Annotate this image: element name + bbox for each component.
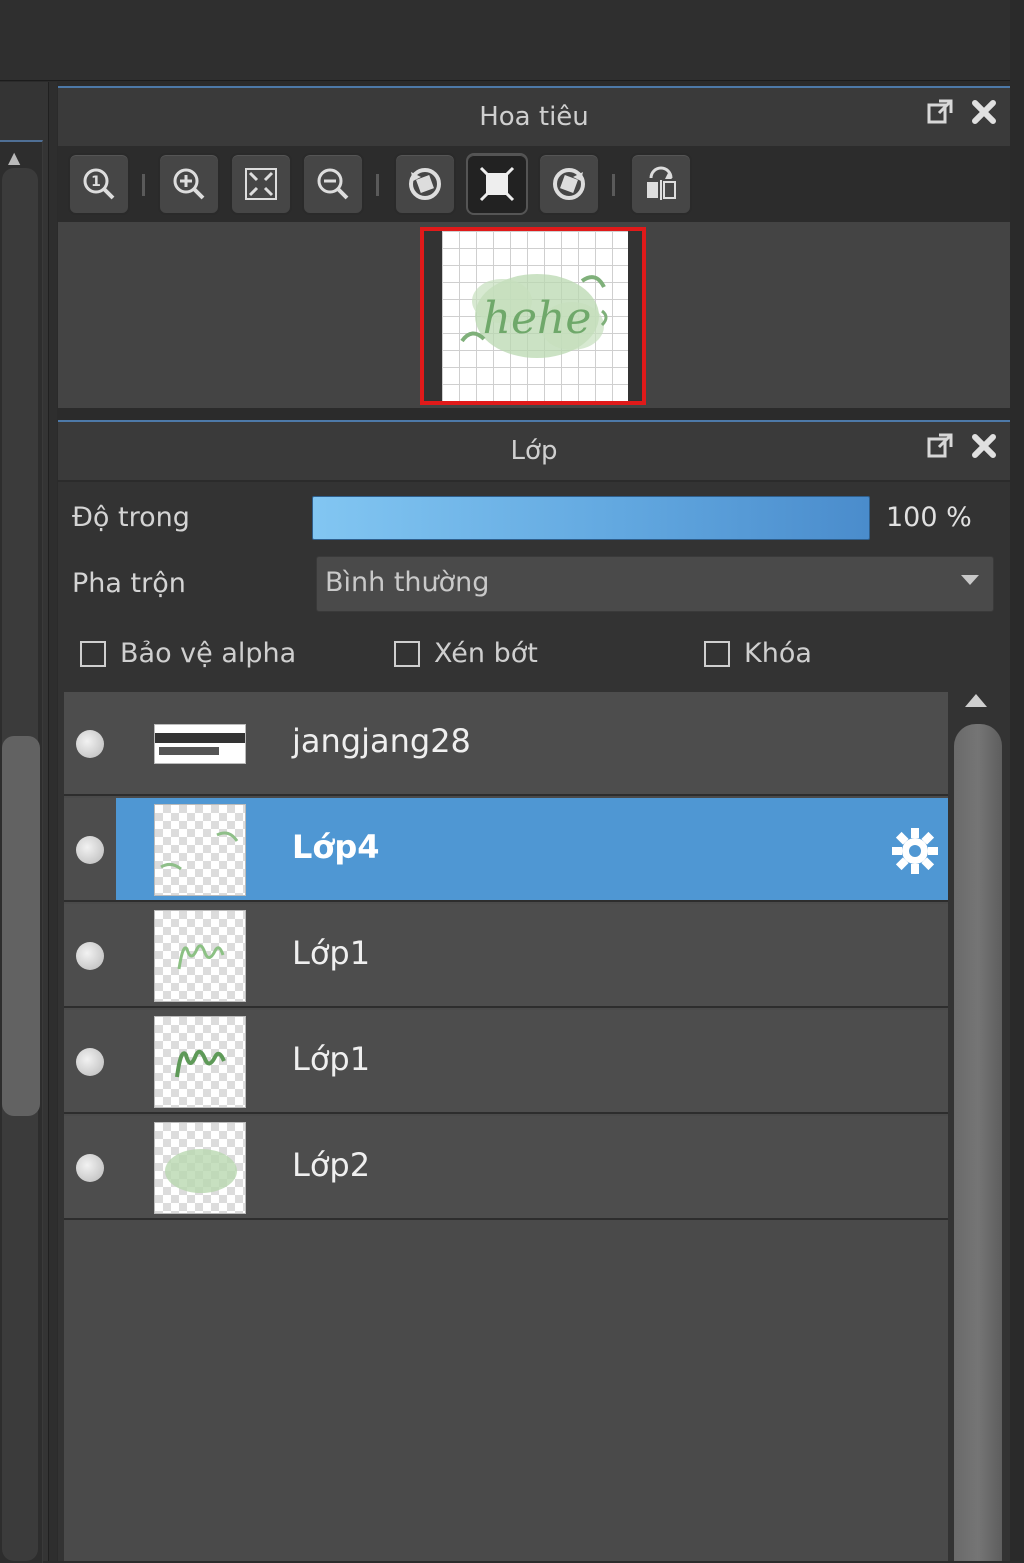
toolbar-separator xyxy=(142,174,145,196)
artwork-preview: hehe xyxy=(460,274,608,358)
flip-horizontal-icon xyxy=(647,166,676,200)
layer-row[interactable]: jangjang28 xyxy=(64,692,948,796)
flip-horizontal-button[interactable] xyxy=(630,153,692,215)
visibility-toggle-icon[interactable] xyxy=(76,1154,104,1182)
gear-icon[interactable] xyxy=(890,826,940,876)
layer-row[interactable]: Lớp1 xyxy=(64,1010,948,1114)
zoom-actual-icon: 1 xyxy=(83,168,115,200)
scrollbar-thumb[interactable] xyxy=(954,724,1002,1561)
layer-row[interactable]: Lớp2 xyxy=(64,1116,948,1220)
rotate-left-icon xyxy=(409,168,441,200)
popout-icon[interactable] xyxy=(926,98,954,126)
navigator-title: Hoa tiêu xyxy=(479,102,589,132)
clipping-label: Xén bớt xyxy=(434,638,538,669)
navigator-view-frame[interactable]: hehe xyxy=(420,227,646,405)
protect-alpha-checkbox[interactable]: Bảo vệ alpha xyxy=(80,638,296,669)
rotate-right-icon xyxy=(553,168,585,200)
protect-alpha-label: Bảo vệ alpha xyxy=(120,638,297,669)
preview-text: hehe xyxy=(483,293,592,344)
close-icon[interactable] xyxy=(970,432,998,460)
layers-header: Lớp xyxy=(58,420,1010,480)
popout-icon[interactable] xyxy=(926,432,954,460)
window-edge xyxy=(1010,0,1024,1561)
fit-canvas-icon xyxy=(479,166,515,202)
zoom-out-button[interactable] xyxy=(302,153,364,215)
navigator-header: Hoa tiêu xyxy=(58,86,1010,146)
blend-mode-select[interactable]: Bình thường xyxy=(316,556,994,612)
close-icon[interactable] xyxy=(970,98,998,126)
opacity-label: Độ trong xyxy=(72,502,190,533)
lock-checkbox[interactable]: Khóa xyxy=(704,638,812,669)
fit-screen-button[interactable] xyxy=(230,153,292,215)
layer-name: Lớp1 xyxy=(292,1040,371,1078)
visibility-toggle-icon[interactable] xyxy=(76,1048,104,1076)
zoom-in-button[interactable] xyxy=(158,153,220,215)
layer-thumbnail xyxy=(154,1122,246,1214)
layer-row[interactable]: Lớp1 xyxy=(64,904,948,1008)
zoom-in-icon xyxy=(173,168,205,200)
layer-name: Lớp4 xyxy=(292,828,380,866)
left-scroll-thumb[interactable] xyxy=(2,736,40,1116)
blend-label: Pha trộn xyxy=(72,568,186,599)
layer-thumbnail xyxy=(154,1016,246,1108)
opacity-value: 100 % xyxy=(886,502,972,533)
top-toolbar-area xyxy=(0,0,1010,81)
checkbox-box[interactable] xyxy=(394,640,420,667)
layer-thumbnail xyxy=(154,804,246,896)
visibility-toggle-icon[interactable] xyxy=(76,836,104,864)
layer-name: Lớp1 xyxy=(292,934,371,972)
svg-text:1: 1 xyxy=(91,174,101,190)
toolbar-separator xyxy=(612,174,615,196)
layer-name: Lớp2 xyxy=(292,1146,371,1184)
zoom-actual-button[interactable]: 1 xyxy=(68,153,130,215)
rotate-right-button[interactable] xyxy=(538,153,600,215)
fit-canvas-button[interactable] xyxy=(466,153,528,215)
layer-thumbnail xyxy=(154,724,246,764)
checkbox-box[interactable] xyxy=(704,640,730,667)
visibility-toggle-icon[interactable] xyxy=(76,730,104,758)
left-scroll-up-icon[interactable]: ▲ xyxy=(8,148,20,167)
layer-name: jangjang28 xyxy=(292,722,471,760)
opacity-slider[interactable] xyxy=(312,496,870,540)
clipping-checkbox[interactable]: Xén bớt xyxy=(394,638,538,669)
chevron-down-icon xyxy=(961,575,979,585)
layers-title: Lớp xyxy=(510,436,558,466)
lock-label: Khóa xyxy=(744,638,812,669)
fit-screen-icon xyxy=(245,168,277,200)
rotate-left-button[interactable] xyxy=(394,153,456,215)
visibility-toggle-icon[interactable] xyxy=(76,942,104,970)
panel-divider[interactable] xyxy=(48,82,57,1561)
navigator-toolbar: 1 xyxy=(58,146,1010,222)
layer-row-selected[interactable]: Lớp4 xyxy=(64,798,948,902)
checkbox-box[interactable] xyxy=(80,640,106,667)
canvas-preview: hehe xyxy=(442,231,628,401)
blend-mode-value: Bình thường xyxy=(325,567,490,598)
zoom-out-icon xyxy=(317,168,349,200)
layer-thumbnail xyxy=(154,910,246,1002)
toolbar-separator xyxy=(376,174,379,196)
scroll-up-icon[interactable] xyxy=(965,694,987,707)
